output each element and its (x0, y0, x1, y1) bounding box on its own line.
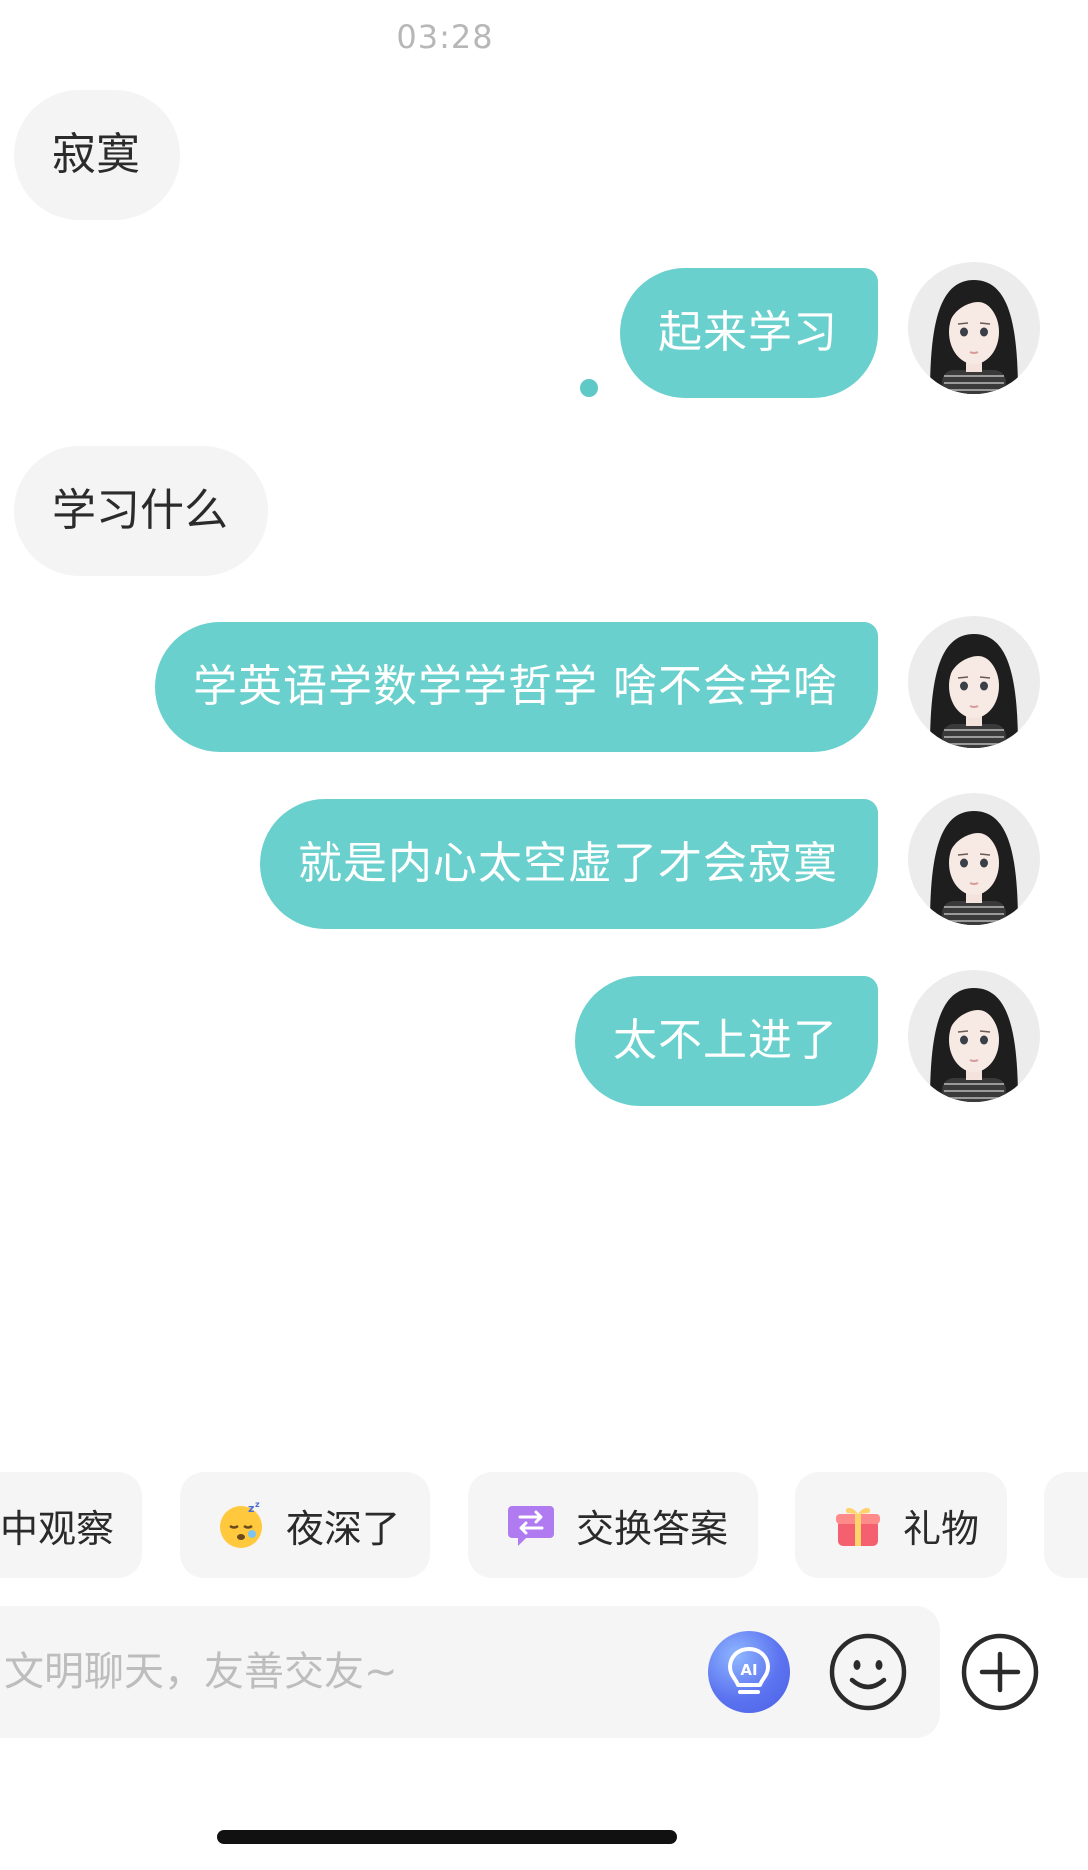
chip-label: 交换答案 (576, 1506, 729, 1551)
smiley-icon (829, 1633, 907, 1711)
plus-circle-icon (961, 1633, 1039, 1711)
gift-icon (833, 1500, 883, 1550)
sending-status-dot (580, 379, 598, 397)
svg-text:AI: AI (740, 1661, 757, 1679)
chat-timestamp: 03:28 (396, 18, 494, 56)
outgoing-message-bubble[interactable]: 太不上进了 (575, 976, 878, 1106)
incoming-message-bubble[interactable]: 学习什么 (14, 446, 268, 576)
sleepy-emoji-icon: z z (216, 1500, 266, 1550)
home-indicator (217, 1830, 677, 1844)
more-actions-button[interactable] (960, 1632, 1040, 1712)
ai-lightbulb-icon: AI (728, 1647, 770, 1694)
outgoing-message-bubble[interactable]: 就是内心太空虚了才会寂寞 (260, 799, 878, 929)
svg-text:z: z (255, 1500, 260, 1509)
avatar[interactable] (908, 970, 1040, 1102)
emoji-button[interactable] (828, 1632, 908, 1712)
incoming-message-bubble[interactable]: 寂寞 (14, 90, 180, 220)
chip-label: 礼物 (903, 1506, 980, 1551)
input-placeholder: 文明聊天，友善交友~ (4, 1649, 398, 1695)
svg-text:z: z (248, 1502, 254, 1515)
avatar[interactable] (908, 616, 1040, 748)
avatar[interactable] (908, 793, 1040, 925)
quick-action-gift[interactable]: 礼物 (795, 1472, 1007, 1578)
message-text: 寂寞 (52, 129, 140, 180)
message-text: 学英语学数学学哲学 啥不会学啥 (193, 661, 838, 712)
chip-label: 夜深了 (286, 1506, 401, 1551)
outgoing-message-bubble[interactable]: 起来学习 (620, 268, 878, 398)
message-text: 就是内心太空虚了才会寂寞 (298, 838, 838, 889)
quick-action-late-night[interactable]: z z 夜深了 (180, 1472, 430, 1578)
ai-assistant-button[interactable]: AI (708, 1631, 790, 1713)
message-text: 太不上进了 (613, 1015, 838, 1066)
chip-label: 中观察 (0, 1506, 115, 1551)
quick-action-chip[interactable]: 中观察 (0, 1472, 142, 1578)
quick-action-exchange-answer[interactable]: 交换答案 (468, 1472, 758, 1578)
message-input[interactable]: 文明聊天，友善交友~ (0, 1606, 940, 1738)
exchange-answer-icon (506, 1500, 556, 1550)
message-text: 学习什么 (52, 485, 228, 536)
avatar[interactable] (908, 262, 1040, 394)
message-text: 起来学习 (658, 307, 838, 358)
outgoing-message-bubble[interactable]: 学英语学数学学哲学 啥不会学啥 (155, 622, 878, 752)
quick-action-chip-partial[interactable] (1044, 1472, 1088, 1578)
